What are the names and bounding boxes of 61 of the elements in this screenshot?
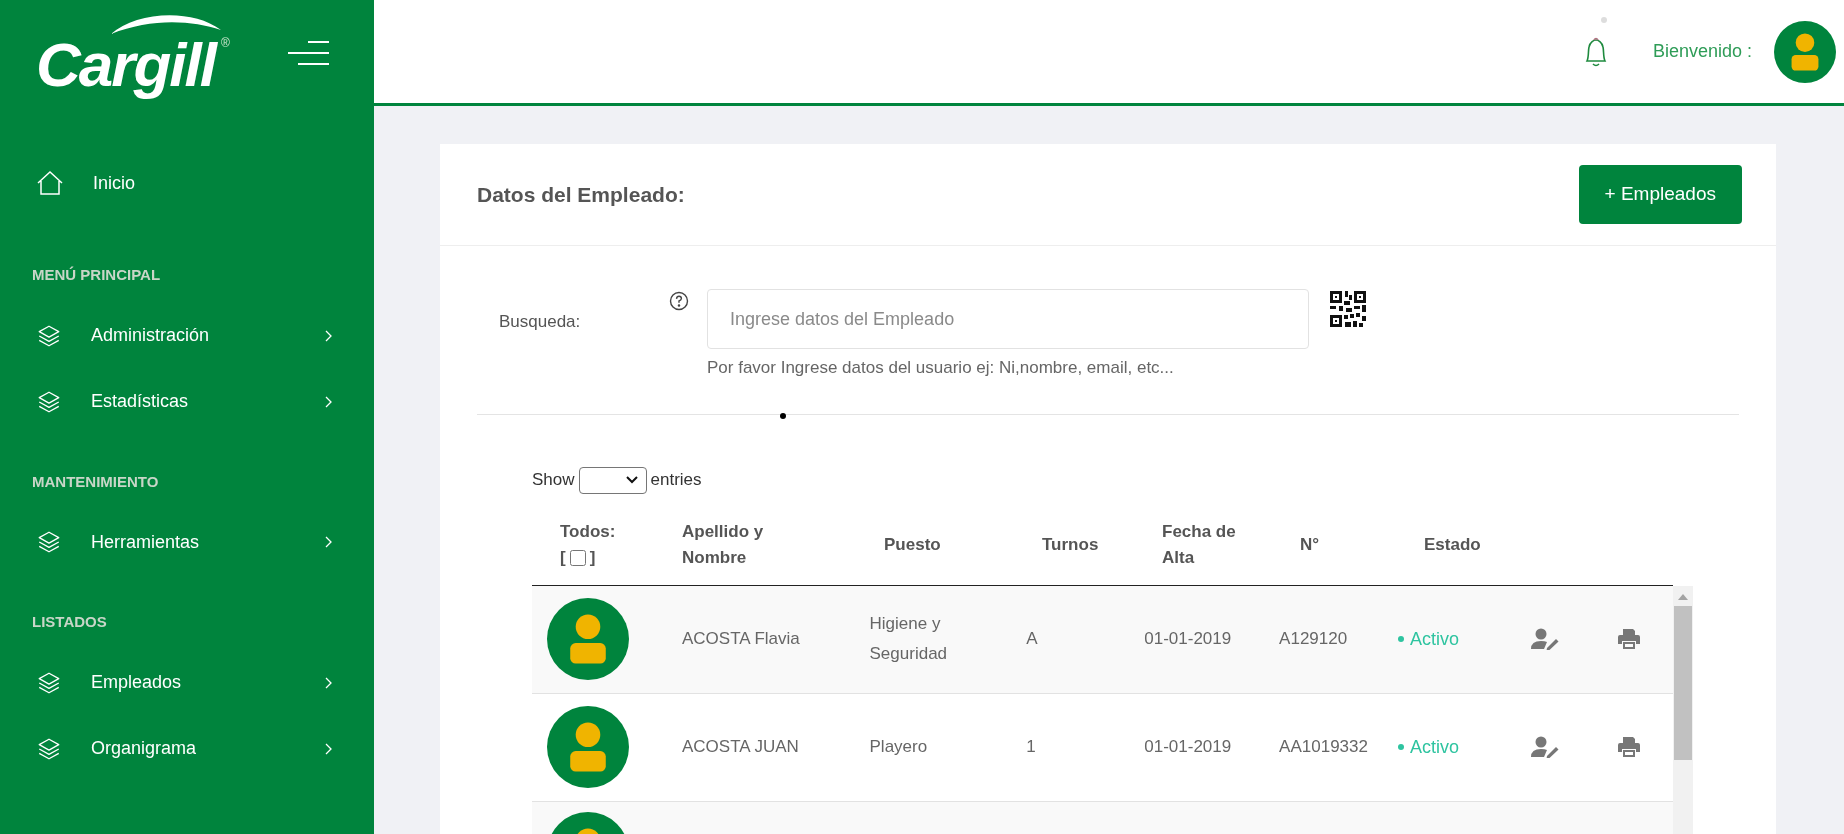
table-cell: 01-01-2019	[1144, 629, 1232, 649]
status-text: Activo	[1410, 627, 1460, 651]
section-heading: LISTADOS	[32, 613, 107, 630]
bracket-text: ]	[589, 547, 596, 569]
avatar-icon	[547, 598, 629, 680]
nav-item[interactable]: Estadísticas	[0, 368, 374, 435]
page-size-select[interactable]	[578, 466, 647, 494]
avatar-icon	[547, 706, 629, 788]
table-cell: 1	[1026, 737, 1036, 757]
table-cell: ACOSTA JUAN	[682, 737, 799, 757]
bracket-text: [	[560, 547, 566, 569]
avatar-icon	[1774, 20, 1836, 83]
card-title: Datos del Empleado:	[477, 181, 685, 208]
qr-code-icon[interactable]	[1330, 291, 1366, 327]
scrollbar[interactable]	[1673, 585, 1693, 834]
chevron-right-icon	[324, 536, 332, 548]
registered-mark: ®	[220, 35, 230, 52]
nav-item[interactable]: Inicio	[0, 150, 374, 216]
edit-user-icon[interactable]	[1531, 628, 1560, 650]
print-icon[interactable]	[1618, 737, 1641, 757]
help-icon[interactable]	[669, 291, 689, 311]
nav-item[interactable]: Herramientas	[0, 509, 374, 575]
table-cell: A	[1026, 629, 1038, 649]
section-heading: MANTENIMIENTO	[32, 472, 159, 490]
nav-item[interactable]: Empleados	[0, 649, 374, 716]
show-label: Show	[532, 469, 575, 492]
chevron-right-icon	[324, 742, 332, 755]
table-cell: AA1019332	[1279, 737, 1368, 757]
search-field[interactable]: Ingrese datos del Empleado	[707, 289, 1309, 349]
search-label: Busqueda:	[498, 311, 582, 333]
column-header: Puesto	[884, 535, 941, 554]
greeting-text: Bienvenido :	[1652, 40, 1752, 63]
column-header: Todos:	[560, 521, 617, 543]
print-icon[interactable]	[1618, 629, 1641, 649]
column-header: Fecha de Alta	[1162, 521, 1237, 569]
table-cell: 01-01-2019	[1144, 737, 1232, 757]
table-cell-text: Playero	[869, 736, 929, 758]
table-cell: A129120	[1279, 629, 1348, 649]
table-cell-text: Higiene y Seguridad	[869, 613, 949, 665]
add-employees-button[interactable]: + Empleados	[1578, 165, 1742, 224]
column-header: Estado	[1424, 535, 1481, 554]
chevron-right-icon	[324, 329, 332, 342]
section-heading: MENÚ PRINCIPAL	[32, 266, 161, 283]
nav-item[interactable]: Organigrama	[0, 715, 374, 782]
entries-label: entries	[650, 469, 702, 492]
search-hint: Por favor Ingrese datos del usuario ej: Ni,nombre, email, etc...	[707, 357, 1175, 379]
chevron-right-icon	[324, 395, 332, 408]
column-header: N°	[1300, 535, 1320, 554]
select-all-checkbox[interactable]	[569, 550, 586, 566]
home-icon	[36, 170, 64, 196]
table-cell: ACOSTA Flavia	[682, 629, 800, 649]
layers-icon	[36, 529, 62, 555]
edit-user-icon[interactable]	[1531, 736, 1560, 758]
status-text: Activo	[1410, 735, 1460, 759]
column-header: Apellido y Nombre	[682, 521, 765, 569]
nav-item[interactable]: Administración	[0, 302, 374, 369]
logo-swoosh-icon	[111, 12, 221, 34]
menu-icon[interactable]	[288, 40, 330, 66]
chevron-right-icon	[324, 676, 332, 689]
chevron-down-icon	[625, 476, 638, 484]
column-header: Turnos	[1042, 535, 1099, 554]
